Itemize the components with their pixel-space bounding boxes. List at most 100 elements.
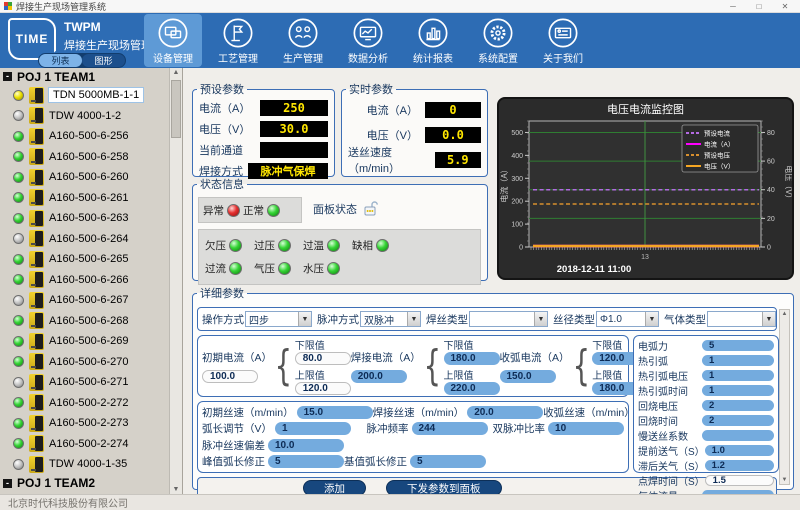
right-axis-tick: 60 [767, 159, 775, 166]
extra-param-field[interactable]: 2 [702, 400, 774, 411]
nav-item-equipment[interactable]: 设备管理 [144, 14, 202, 67]
tree-group-header[interactable]: -POJ 1 TEAM1 [0, 68, 169, 85]
scroll-up-icon[interactable]: ▲ [173, 69, 180, 76]
nav-item-label: 设备管理 [153, 50, 193, 65]
extra-param-field[interactable]: 1 [702, 385, 774, 396]
chevron-down-icon[interactable]: ▼ [762, 312, 775, 326]
extra-param-field[interactable]: 1 [702, 370, 774, 381]
minimize-button[interactable]: ─ [722, 2, 744, 11]
speed-label: 初期丝速（m/min） [202, 405, 294, 420]
extra-param-field[interactable] [702, 430, 774, 441]
tree-item-device[interactable]: A160-500-6-267 [0, 290, 169, 311]
alarm-led-label: 欠压 [205, 238, 226, 253]
sidebar-scroll-thumb[interactable] [171, 80, 181, 138]
extra-param-field[interactable]: 1.0 [705, 445, 774, 456]
tree-item-device[interactable]: A160-500-6-256 [0, 126, 169, 147]
speed-value-field[interactable]: 10.0 [268, 439, 344, 452]
tree-item-device[interactable]: A160-500-6-260 [0, 167, 169, 188]
main-nav: 设备管理 工艺管理生产管理数据分析统计报表系统配置关于我们 [144, 14, 592, 67]
nav-item-config[interactable]: 系统配置 [469, 14, 527, 67]
dropdown-select[interactable]: ▼ [707, 311, 776, 327]
status-led [227, 204, 240, 217]
dropdown-select[interactable]: ▼ [469, 311, 548, 327]
tree-item-device[interactable]: A160-500-6-264 [0, 229, 169, 250]
current-value-field[interactable]: 100.0 [202, 370, 258, 383]
tree-item-device[interactable]: A160-500-6-269 [0, 331, 169, 352]
lower-limit-field[interactable]: 180.0 [444, 352, 500, 365]
speed-value-field[interactable]: 1 [275, 422, 351, 435]
scroll-down-icon[interactable]: ▼ [173, 486, 180, 493]
view-list-button[interactable]: 列表 [39, 54, 82, 67]
dropdown-select[interactable]: 双脉冲▼ [360, 311, 421, 327]
tree-item-device[interactable]: A160-500-2-273 [0, 413, 169, 434]
tree-item-device[interactable]: A160-500-6-265 [0, 249, 169, 270]
tree-item-device[interactable]: A160-500-2-274 [0, 434, 169, 455]
report-icon [417, 17, 449, 49]
tree-group-header[interactable]: -POJ 1 TEAM2 [0, 475, 169, 492]
scroll-down-icon[interactable]: ▼ [782, 477, 788, 483]
device-label: A160-500-6-265 [49, 253, 129, 265]
chart-caption: 2018-12-11 11:00 [557, 264, 631, 275]
chevron-down-icon[interactable]: ▼ [407, 312, 420, 326]
speed-value-field[interactable]: 244 [412, 422, 488, 435]
maximize-button[interactable]: □ [748, 2, 770, 11]
current-value-field[interactable]: 150.0 [500, 370, 556, 383]
device-status-led [13, 131, 24, 142]
welder-icon [29, 230, 44, 247]
extra-param-field[interactable]: 5 [702, 340, 774, 351]
chevron-down-icon[interactable]: ▼ [645, 312, 658, 326]
speed-cell: 基值弧长修正5 [344, 454, 486, 469]
nav-item-process[interactable]: 工艺管理 [209, 14, 267, 67]
collapse-icon[interactable]: - [3, 72, 12, 81]
nav-item-analysis[interactable]: 数据分析 [339, 14, 397, 67]
upper-limit-field[interactable]: 120.0 [295, 382, 351, 395]
welder-icon [29, 128, 44, 145]
extra-param-field[interactable]: 1 [702, 355, 774, 366]
speed-value-field[interactable]: 5 [410, 455, 486, 468]
tree-item-device[interactable]: A160-500-6-266 [0, 270, 169, 291]
speed-value-field[interactable]: 10 [548, 422, 624, 435]
chevron-down-icon[interactable]: ▼ [298, 312, 311, 326]
collapse-icon[interactable]: - [3, 479, 12, 488]
nav-item-about[interactable]: 关于我们 [534, 14, 592, 67]
speed-value-field[interactable]: 20.0 [467, 406, 543, 419]
device-label: A160-500-6-269 [49, 335, 129, 347]
device-status-led [13, 336, 24, 347]
tree-item-device[interactable]: A160-500-6-268 [0, 311, 169, 332]
tree-item-device[interactable]: TDN 5000MB-1-1 [0, 85, 169, 106]
preset-row: 电流（A）250 [193, 97, 334, 118]
extra-param-field[interactable]: 1.5 [705, 475, 774, 486]
close-button[interactable]: ✕ [774, 2, 796, 11]
tree-item-device[interactable]: TDW 4000-1-35 [0, 454, 169, 475]
tree-item-device[interactable]: A160-500-6-258 [0, 147, 169, 168]
dropdown-2: 脉冲方式双脉冲▼ [317, 311, 421, 327]
preset-row: 当前通道 [193, 139, 334, 160]
about-icon [547, 17, 579, 49]
speed-value-field[interactable]: 15.0 [297, 406, 373, 419]
detail-scrollbar[interactable]: ▲▼ [779, 309, 790, 485]
dropdown-select[interactable]: Φ1.0▼ [596, 311, 659, 327]
upper-limit-field[interactable]: 220.0 [444, 382, 500, 395]
lower-limit-field[interactable]: 80.0 [295, 352, 351, 365]
tree-item-device[interactable]: A160-500-2-272 [0, 393, 169, 414]
dropdown-select[interactable]: 四步▼ [245, 311, 312, 327]
alarm-led [278, 239, 291, 252]
realtime-label: 电流（A） [367, 102, 418, 118]
tree-item-device[interactable]: A160-500-6-270 [0, 352, 169, 373]
nav-item-production[interactable]: 生产管理 [274, 14, 332, 67]
tree-item-device[interactable]: A160-500-6-261 [0, 188, 169, 209]
extra-param-field[interactable]: 2 [702, 415, 774, 426]
welder-icon [29, 292, 44, 309]
tree-item-device[interactable]: A160-500-6-271 [0, 372, 169, 393]
tree-item-device[interactable]: A160-500-6-263 [0, 208, 169, 229]
welder-icon [29, 435, 44, 452]
tree-item-device[interactable]: TDW 4000-1-2 [0, 106, 169, 127]
chevron-down-icon[interactable]: ▼ [534, 312, 547, 326]
current-value-field[interactable]: 200.0 [351, 370, 407, 383]
nav-item-report[interactable]: 统计报表 [404, 14, 462, 67]
speed-value-field[interactable]: 5 [268, 455, 344, 468]
device-label: A160-500-6-258 [49, 151, 129, 163]
view-graph-button[interactable]: 图形 [82, 54, 125, 67]
extra-param-field[interactable]: 1.2 [705, 460, 774, 471]
scroll-up-icon[interactable]: ▲ [782, 311, 788, 317]
